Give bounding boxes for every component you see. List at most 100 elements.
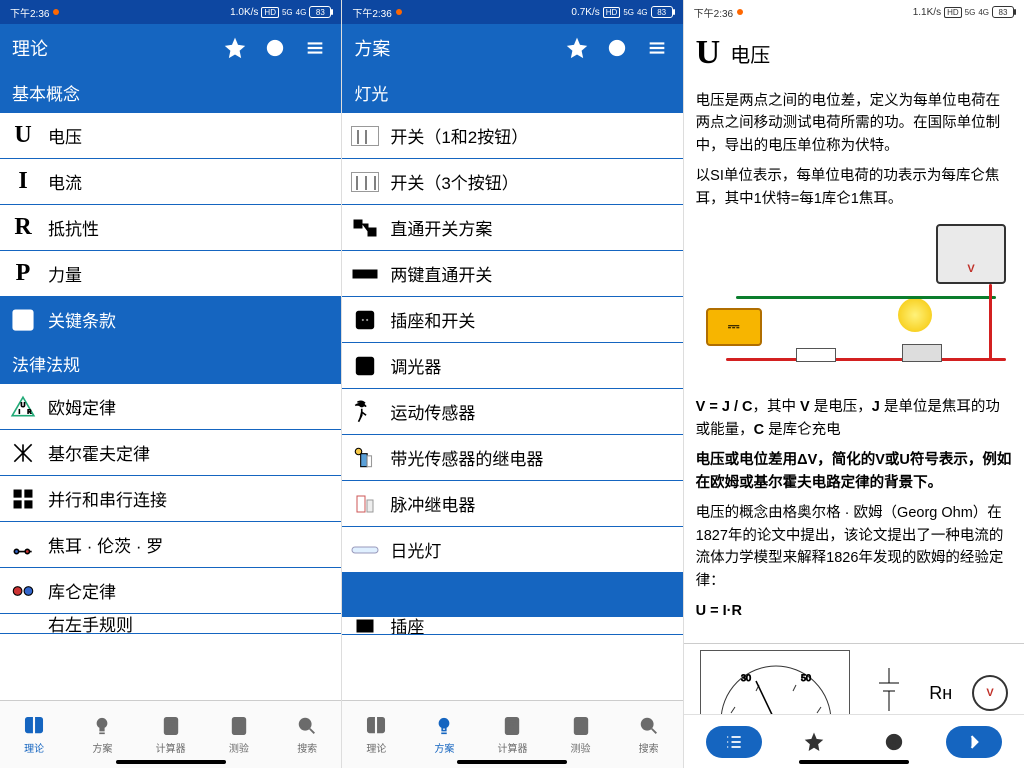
paragraph: 电压的概念由格奥尔格 · 欧姆（Georg Ohm）在1827年的论文中提出，该…	[696, 502, 1012, 592]
switch12-icon	[350, 121, 380, 151]
list-item-motion[interactable]: 运动传感器	[342, 389, 682, 435]
item-label: 插座和开关	[390, 307, 674, 332]
hand-icon[interactable]	[603, 34, 631, 62]
hand-icon[interactable]	[261, 34, 289, 62]
list-item-fluorescent[interactable]: 日光灯	[342, 527, 682, 573]
home-indicator[interactable]	[116, 760, 226, 764]
tab-label: 搜索	[297, 740, 317, 755]
toc-button[interactable]	[706, 726, 762, 758]
status-bar: 下午2:36 1.0K/s HD 5G 4G 83	[0, 0, 341, 24]
tab-label: 搜索	[639, 740, 659, 755]
net-speed: 1.0K/s	[230, 7, 258, 18]
tab-calculator[interactable]: 计算器	[478, 701, 546, 768]
list-item-switch-1-2[interactable]: 开关（1和2按钮）	[342, 113, 682, 159]
signal-5g: 5G	[282, 8, 293, 17]
mi-icon	[53, 9, 59, 15]
article-title: 电压	[730, 39, 770, 68]
load-label: Rн	[929, 683, 952, 704]
list-item-power[interactable]: P力量	[0, 251, 341, 297]
list-item-coulomb[interactable]: 库仑定律	[0, 568, 341, 614]
svg-text:U: U	[21, 402, 26, 409]
tab-schemes[interactable]: 方案	[68, 701, 136, 768]
list-item-photo-relay[interactable]: 带光传感器的继电器	[342, 435, 682, 481]
menu-icon[interactable]	[643, 34, 671, 62]
item-label: 关键条款	[48, 307, 333, 332]
home-indicator[interactable]	[799, 760, 909, 764]
tab-label: 理论	[366, 740, 386, 755]
tab-search[interactable]: 搜索	[615, 701, 683, 768]
tab-theory[interactable]: 理论	[342, 701, 410, 768]
item-label: 开关（3个按钮）	[390, 169, 674, 194]
favorite-icon[interactable]	[221, 34, 249, 62]
app-bar: 方案	[342, 24, 682, 72]
list-item-ohm[interactable]: UIR欧姆定律	[0, 384, 341, 430]
bottom-tab-bar: 理论 方案 计算器 测验 搜索	[342, 700, 682, 768]
wire-red	[989, 284, 992, 360]
menu-icon[interactable]	[301, 34, 329, 62]
list-item-series-parallel[interactable]: 并行和串行连接	[0, 476, 341, 522]
list-item-hand-rule[interactable]: 右左手规则	[0, 614, 341, 634]
item-label: 电流	[48, 169, 333, 194]
list-content[interactable]: 灯光 开关（1和2按钮） 开关（3个按钮） 直通开关方案 两键直通开关 插座和开…	[342, 72, 682, 700]
status-time: 下午2:36	[10, 5, 49, 20]
formula-line: V = J / C，其中 V 是电压，J 是单位是焦耳的功或能量，C 是库仑充电	[696, 396, 1012, 441]
pane-theory: 下午2:36 1.0K/s HD 5G 4G 83 理论 基本概念 U电压 I电…	[0, 0, 341, 768]
list-item-glossary[interactable]: 关键条款	[0, 297, 341, 343]
list-item-socket-switch[interactable]: 插座和开关	[342, 297, 682, 343]
item-label: 带光传感器的继电器	[390, 445, 674, 470]
next-button[interactable]	[946, 726, 1002, 758]
bulb-icon	[898, 298, 932, 332]
favorite-icon[interactable]	[563, 34, 591, 62]
svg-text:50: 50	[801, 673, 811, 683]
list-item-socket[interactable]: 插座	[342, 617, 682, 635]
analog-voltmeter-icon: V 3050	[700, 650, 850, 714]
twokey-icon	[350, 259, 380, 289]
mi-icon	[737, 9, 743, 15]
list-item-passthrough[interactable]: 直通开关方案	[342, 205, 682, 251]
section-header-laws: 法律法规	[0, 343, 341, 384]
list-item-dimmer[interactable]: 调光器	[342, 343, 682, 389]
tab-theory[interactable]: 理论	[0, 701, 68, 768]
tab-calculator[interactable]: 计算器	[137, 701, 205, 768]
kirchhoff-icon	[8, 438, 38, 468]
list-item-pulse-relay[interactable]: 脉冲继电器	[342, 481, 682, 527]
list-item-highlighted-blank[interactable]	[342, 573, 682, 617]
socket-switch-icon	[350, 305, 380, 335]
list-item-twokey[interactable]: 两键直通开关	[342, 251, 682, 297]
tab-schemes[interactable]: 方案	[410, 701, 478, 768]
mi-icon	[396, 9, 402, 15]
app-bar: 理论	[0, 24, 341, 72]
paragraph: 以SI单位表示，每单位电荷的功表示为每库仑焦耳，其中1伏特=每1库仑1焦耳。	[696, 165, 1012, 210]
list-item-kirchhoff[interactable]: 基尔霍夫定律	[0, 430, 341, 476]
signal-5g: 5G	[965, 8, 976, 17]
item-label: 抵抗性	[48, 215, 333, 240]
passthrough-icon	[350, 213, 380, 243]
favorite-button[interactable]	[786, 726, 842, 758]
list-content[interactable]: 基本概念 U电压 I电流 R抵抗性 P力量 关键条款 法律法规 UIR欧姆定律 …	[0, 72, 341, 700]
bottom-tab-bar: 理论 方案 计算器 测验 搜索	[0, 700, 341, 768]
tab-quiz[interactable]: 测验	[205, 701, 273, 768]
tab-search[interactable]: 搜索	[273, 701, 341, 768]
list-item-switch-3[interactable]: 开关（3个按钮）	[342, 159, 682, 205]
status-bar: 下午2:36 1.1K/s HD 5G 4G 83	[684, 0, 1024, 24]
hand-rule-icon	[8, 614, 38, 634]
list-item-resistance[interactable]: R抵抗性	[0, 205, 341, 251]
item-label: 两键直通开关	[390, 261, 674, 286]
series-parallel-icon	[8, 484, 38, 514]
home-indicator[interactable]	[457, 760, 567, 764]
list-item-voltage[interactable]: U电压	[0, 113, 341, 159]
list-item-joule[interactable]: 焦耳 · 伦茨 · 罗	[0, 522, 341, 568]
item-label: 插座	[390, 617, 674, 635]
article-content[interactable]: U 电压 电压是两点之间的电位差，定义为每单位电荷在两点之间移动测试电荷所需的功…	[684, 24, 1024, 714]
pane-article: 下午2:36 1.1K/s HD 5G 4G 83 U 电压 电压是两点之间的电…	[683, 0, 1024, 768]
joule-icon	[8, 530, 38, 560]
item-label: 焦耳 · 伦茨 · 罗	[48, 532, 333, 557]
symbol-u-icon: U	[8, 121, 38, 151]
hand-button[interactable]	[866, 726, 922, 758]
tab-quiz[interactable]: 测验	[547, 701, 615, 768]
list-item-current[interactable]: I电流	[0, 159, 341, 205]
photo-relay-icon	[350, 443, 380, 473]
signal-4g: 4G	[637, 8, 648, 17]
item-label: 调光器	[390, 353, 674, 378]
voltmeter-icon: V	[936, 224, 1006, 284]
